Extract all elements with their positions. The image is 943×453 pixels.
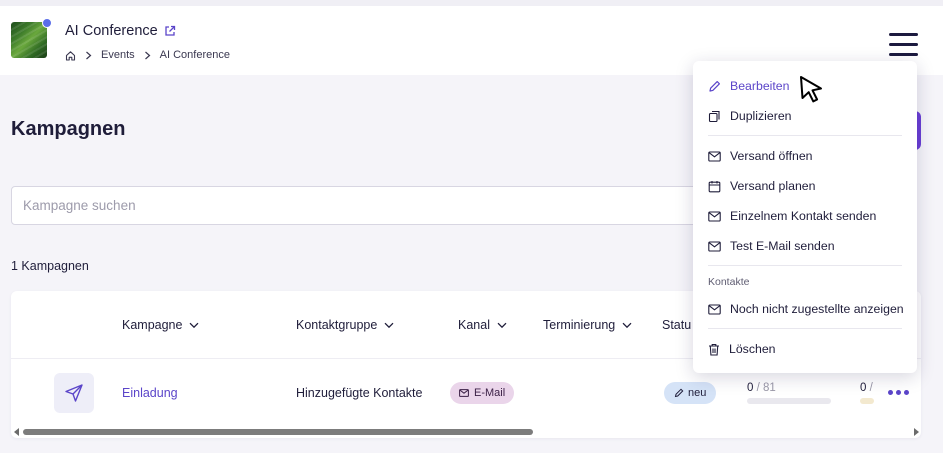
menu-item-nicht-zugestellte-anzeigen[interactable]: Noch nicht zugestellte anzeigen	[708, 302, 904, 316]
second-count: 0	[860, 382, 867, 394]
menu-item-label: Einzelnem Kontakt senden	[730, 209, 877, 223]
sent-total: / 81	[756, 382, 776, 394]
chevron-right-icon	[144, 51, 151, 59]
calendar-icon	[708, 180, 721, 192]
menu-item-einzelnem-kontakt-senden[interactable]: Einzelnem Kontakt senden	[708, 209, 876, 223]
breadcrumb-current[interactable]: AI Conference	[160, 49, 230, 61]
send-icon	[65, 384, 83, 402]
mail-icon	[708, 150, 721, 162]
chevron-right-icon	[86, 51, 92, 59]
horizontal-scrollbar[interactable]	[23, 429, 909, 435]
column-header-kontaktgruppe[interactable]: Kontaktgruppe	[296, 318, 394, 332]
channel-badge-label: E-Mail	[474, 387, 506, 399]
menu-divider	[708, 135, 902, 136]
scroll-left-arrow[interactable]	[14, 428, 19, 436]
breadcrumb: Events AI Conference	[65, 49, 230, 61]
column-header-kanal[interactable]: Kanal	[458, 318, 507, 332]
column-header-label: Kanal	[458, 318, 490, 332]
copy-icon	[708, 110, 720, 122]
second-progress-text: 0 /	[860, 382, 873, 394]
menu-item-label: Bearbeiten	[730, 79, 790, 93]
home-icon[interactable]	[65, 50, 76, 61]
menu-item-versand-planen[interactable]: Versand planen	[708, 179, 815, 193]
scroll-right-arrow[interactable]	[914, 428, 919, 436]
mail-icon	[708, 240, 721, 252]
menu-divider	[708, 328, 902, 329]
chevron-down-icon	[622, 322, 632, 328]
menu-item-label: Duplizieren	[730, 109, 792, 123]
second-progress-bar	[860, 398, 874, 404]
mail-icon	[459, 389, 469, 397]
campaign-search-input[interactable]	[11, 186, 711, 225]
menu-item-loeschen[interactable]: Löschen	[708, 342, 776, 356]
chevron-down-icon	[384, 322, 394, 328]
column-header-label: Terminierung	[543, 318, 616, 332]
column-header-kampagne[interactable]: Kampagne	[122, 318, 199, 332]
breadcrumb-events[interactable]: Events	[101, 49, 135, 61]
column-header-label: Kontaktgruppe	[296, 318, 378, 332]
sent-progress-bar	[747, 398, 831, 404]
menu-item-label: Versand planen	[730, 179, 816, 193]
more-actions-button[interactable]	[887, 384, 909, 400]
status-badge-label: neu	[688, 387, 707, 399]
menu-item-label: Test E-Mail senden	[730, 239, 835, 253]
event-title: AI Conference	[65, 23, 176, 39]
sent-count: 0	[747, 382, 754, 394]
event-thumbnail[interactable]	[11, 22, 47, 58]
mouse-cursor-icon	[800, 76, 822, 103]
scrollbar-thumb[interactable]	[23, 429, 533, 435]
mail-icon	[708, 210, 721, 222]
pencil-icon	[709, 80, 720, 92]
menu-item-bearbeiten[interactable]: Bearbeiten	[708, 79, 789, 93]
trash-icon	[709, 343, 719, 356]
mail-icon	[708, 303, 721, 315]
channel-badge: E-Mail	[450, 382, 515, 404]
campaign-count: 1 Kampagnen	[11, 259, 89, 273]
campaign-icon-box	[54, 373, 94, 413]
chevron-down-icon	[190, 322, 199, 328]
status-badge: neu	[664, 382, 717, 404]
campaign-name-link[interactable]: Einladung	[122, 386, 178, 400]
menu-item-label: Löschen	[729, 342, 776, 356]
menu-item-test-email-senden[interactable]: Test E-Mail senden	[708, 239, 835, 253]
menu-item-label: Versand öffnen	[730, 149, 813, 163]
external-link-icon[interactable]	[164, 25, 176, 37]
sent-progress-text: 0 / 81	[747, 382, 776, 394]
column-header-terminierung[interactable]: Terminierung	[543, 318, 632, 332]
event-title-text: AI Conference	[65, 23, 158, 39]
second-suffix: /	[869, 382, 873, 394]
menu-item-duplizieren[interactable]: Duplizieren	[708, 109, 792, 123]
column-header-label: Kampagne	[122, 318, 183, 332]
menu-item-versand-oeffnen[interactable]: Versand öffnen	[708, 149, 813, 163]
chevron-down-icon	[497, 322, 507, 328]
page-title: Kampagnen	[11, 118, 126, 140]
column-header-label: Statu	[662, 318, 692, 332]
hamburger-menu-icon[interactable]	[889, 33, 918, 57]
column-header-status[interactable]: Statu	[662, 318, 691, 332]
menu-section-label: Kontakte	[708, 276, 750, 288]
pencil-icon	[674, 388, 684, 398]
contact-group-cell: Hinzugefügte Kontakte	[296, 386, 423, 400]
status-indicator-dot	[42, 18, 52, 28]
menu-item-label: Noch nicht zugestellte anzeigen	[730, 302, 904, 316]
actions-dropdown-menu: Bearbeiten Duplizieren Versand öffnen Ve…	[693, 61, 917, 373]
menu-divider	[708, 265, 902, 266]
